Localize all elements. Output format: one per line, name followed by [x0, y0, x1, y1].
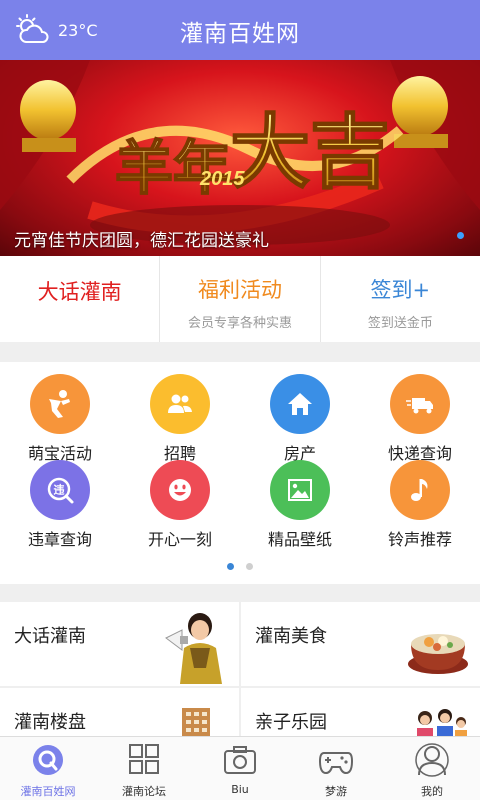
card-food[interactable]: 灌南美食 — [241, 602, 480, 686]
user-icon — [415, 743, 449, 777]
smile-icon-bg — [150, 460, 210, 520]
nav-game[interactable]: 梦游 — [288, 737, 384, 800]
camera-icon — [224, 746, 256, 774]
tab-title: 大话灌南 — [37, 280, 122, 304]
card-title: 灌南楼盘 — [14, 712, 86, 733]
feature-tabs: 大话灌南 福利活动 会员专享各种实惠 签到+ 签到送金币 — [0, 256, 480, 342]
card-title: 灌南美食 — [255, 626, 327, 647]
grid-pager-dot-active — [227, 563, 234, 570]
nav-label: 灌南百姓网 — [20, 785, 76, 798]
card-family[interactable]: 亲子乐园 — [241, 688, 480, 736]
grid-item-joke[interactable]: 开心一刻 — [120, 460, 240, 550]
food-bowl-icon — [408, 634, 468, 674]
house-icon-bg — [270, 374, 330, 434]
people-icon — [168, 394, 192, 413]
grid-item-express[interactable]: 快递查询 — [360, 374, 480, 464]
music-icon — [411, 479, 428, 501]
grid-label: 铃声推荐 — [387, 530, 452, 549]
grid-label: 违章查询 — [27, 530, 92, 549]
grid-icon — [129, 744, 159, 774]
nav-label: Biu — [231, 783, 249, 796]
svg-text:2015: 2015 — [199, 168, 245, 190]
banner-indicator — [457, 232, 464, 239]
card-property[interactable]: 灌南楼盘 — [0, 688, 239, 736]
grid-item-ringtone[interactable]: 铃声推荐 — [360, 460, 480, 550]
grid-item-wallpaper[interactable]: 精品壁纸 — [240, 460, 360, 550]
music-icon-bg — [390, 460, 450, 520]
grid-item-violation[interactable]: 违 违章查询 — [0, 460, 120, 550]
nav-home[interactable]: 灌南百姓网 — [0, 737, 96, 800]
nav-biu[interactable]: Biu — [192, 737, 288, 800]
grid-label: 精品壁纸 — [267, 530, 332, 549]
tab-subtitle: 会员专享各种实惠 — [187, 316, 292, 331]
smile-icon — [169, 479, 191, 501]
tab-welfare[interactable]: 福利活动 会员专享各种实惠 — [160, 256, 321, 342]
grid-pager-dot — [246, 563, 253, 570]
violation-icon-bg: 违 — [30, 460, 90, 520]
tab-title: 签到+ — [370, 278, 431, 302]
house-icon — [288, 393, 312, 415]
tab-title: 福利活动 — [197, 278, 282, 302]
baby-icon — [49, 390, 70, 418]
home-logo-icon — [33, 745, 63, 775]
banner-carousel[interactable]: 羊年 大吉 2015 元宵佳节庆团圆，德汇花园送豪礼 — [0, 60, 480, 256]
grid-item-baby[interactable]: 萌宝活动 — [0, 374, 120, 464]
svg-text:违: 违 — [54, 483, 65, 497]
tab-subtitle: 签到送金币 — [367, 316, 433, 331]
nav-label: 梦游 — [325, 785, 347, 798]
page-title: 灌南百姓网 — [180, 21, 300, 47]
banner-caption: 元宵佳节庆团圆，德汇花园送豪礼 — [14, 231, 269, 251]
svg-text:大吉: 大吉 — [230, 110, 390, 198]
app-header: 23°C 灌南百姓网 — [0, 0, 480, 60]
category-cards: 大话灌南 灌南美食 灌南楼盘 亲子乐园 — [0, 602, 480, 736]
megaphone-man-icon — [165, 613, 222, 684]
bottom-navigation: 灌南百姓网 灌南论坛 Biu 梦游 我的 — [0, 736, 480, 800]
card-title: 亲子乐园 — [255, 712, 327, 733]
card-dahua[interactable]: 大话灌南 — [0, 602, 239, 686]
truck-icon-bg — [390, 374, 450, 434]
people-icon-bg — [150, 374, 210, 434]
tab-dahua-guannan[interactable]: 大话灌南 — [0, 256, 161, 342]
truck-icon — [406, 398, 433, 414]
gamepad-icon — [318, 752, 354, 775]
picture-icon-bg — [270, 460, 330, 520]
building-icon — [182, 708, 210, 736]
nav-forum[interactable]: 灌南论坛 — [96, 737, 192, 800]
grid-item-jobs[interactable]: 招聘 — [120, 374, 240, 464]
nav-mine[interactable]: 我的 — [384, 737, 480, 800]
violation-icon: 违 — [47, 477, 74, 504]
grid-label: 开心一刻 — [147, 530, 212, 549]
picture-icon — [288, 479, 312, 501]
family-icon — [417, 709, 467, 736]
nav-label: 我的 — [421, 785, 443, 798]
tab-checkin[interactable]: 签到+ 签到送金币 — [321, 256, 480, 342]
function-grid: 萌宝活动 招聘 房产 快递查询 违 违章查询 开心一刻 精品壁纸 铃声推荐 — [0, 362, 480, 584]
grid-item-realestate[interactable]: 房产 — [240, 374, 360, 464]
nav-label: 灌南论坛 — [122, 785, 166, 798]
baby-icon-bg — [30, 374, 90, 434]
card-title: 大话灌南 — [14, 626, 86, 647]
